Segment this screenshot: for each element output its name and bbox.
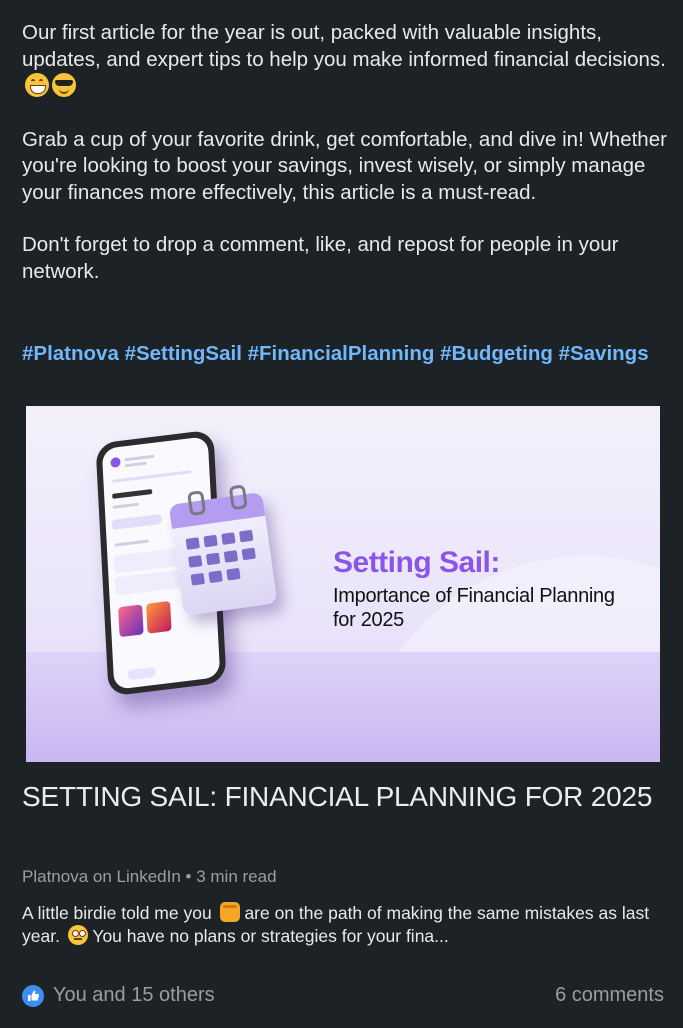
calendar-cell [188, 555, 203, 568]
article-read-time: 3 min read [196, 867, 277, 886]
hashtag-link[interactable]: #Budgeting [440, 342, 553, 365]
calendar-cell [205, 552, 221, 566]
banner-subline: Importance of Financial Planning for 202… [333, 585, 615, 631]
post-paragraph: Grab a cup of your favorite drink, get c… [22, 127, 667, 204]
calendar-cell [203, 534, 218, 548]
hashtag-link[interactable]: #FinancialPlanning [248, 342, 435, 365]
calendar-cell [221, 532, 236, 545]
phone-line [114, 539, 149, 547]
fist-emoji-icon [219, 902, 240, 922]
meta-separator: • [185, 867, 192, 886]
phone-avatar [110, 456, 121, 469]
calendar-cell [208, 570, 223, 584]
hashtag-link[interactable]: #Platnova [22, 342, 119, 365]
article-meta: Platnova on LinkedIn • 3 min read [22, 867, 277, 887]
phone-nav-pill [127, 666, 156, 681]
phone-line [124, 454, 155, 462]
article-title[interactable]: SETTING SAIL: FINANCIAL PLANNING FOR 202… [22, 780, 662, 814]
hashtag-link[interactable]: #SettingSail [125, 342, 242, 365]
article-source: Platnova on LinkedIn [22, 867, 181, 886]
hashtag-list: #Platnova #SettingSail #FinancialPlannin… [22, 340, 662, 367]
comments-count-link[interactable]: 6 comments [555, 984, 664, 1007]
calendar-cell [223, 550, 239, 563]
phone-line [124, 461, 147, 468]
calendar-cell [226, 567, 241, 581]
grinning-face-emoji-icon [25, 73, 49, 97]
eye-roll-emoji-icon [67, 924, 88, 945]
calendar-ring [228, 484, 248, 511]
hashtag-link[interactable]: #Savings [559, 342, 649, 365]
article-banner-image[interactable]: Setting Sail: Importance of Financial Pl… [26, 406, 660, 762]
calendar-cell [241, 547, 256, 561]
phone-card [111, 513, 162, 530]
calendar-cell [185, 537, 200, 550]
calendar-cell [190, 572, 205, 586]
calendar-cell [239, 529, 254, 543]
reactions-summary[interactable]: You and 15 others [22, 984, 215, 1007]
calendar-illustration [168, 484, 278, 616]
reactions-text: You and 15 others [53, 984, 215, 1006]
phone-line [111, 470, 192, 483]
phone-line [112, 488, 153, 499]
sunglasses-face-emoji-icon [52, 73, 76, 97]
phone-line [112, 502, 139, 509]
thumbs-up-like-icon [22, 984, 44, 1007]
article-description: A little birdie told me you are on the p… [22, 902, 650, 946]
banner-headline: Setting Sail: [333, 546, 500, 579]
post-paragraph: Don't forget to drop a comment, like, an… [22, 233, 619, 283]
post-body: Our first article for the year is out, p… [22, 20, 667, 311]
phone-thumbnail [118, 604, 144, 638]
post-paragraph: Our first article for the year is out, p… [22, 20, 667, 101]
calendar-ring [187, 490, 207, 517]
phone-thumbnail [146, 600, 172, 634]
